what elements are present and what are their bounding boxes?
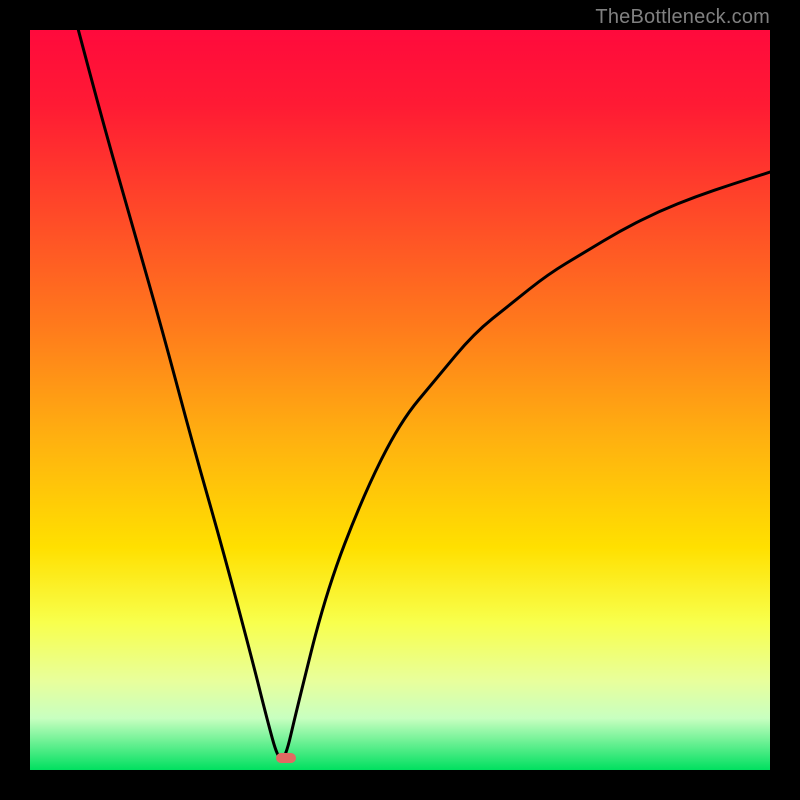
bottleneck-marker	[276, 753, 296, 763]
plot-area	[30, 30, 770, 770]
watermark-text: TheBottleneck.com	[595, 6, 770, 29]
bottleneck-curve	[30, 30, 770, 770]
